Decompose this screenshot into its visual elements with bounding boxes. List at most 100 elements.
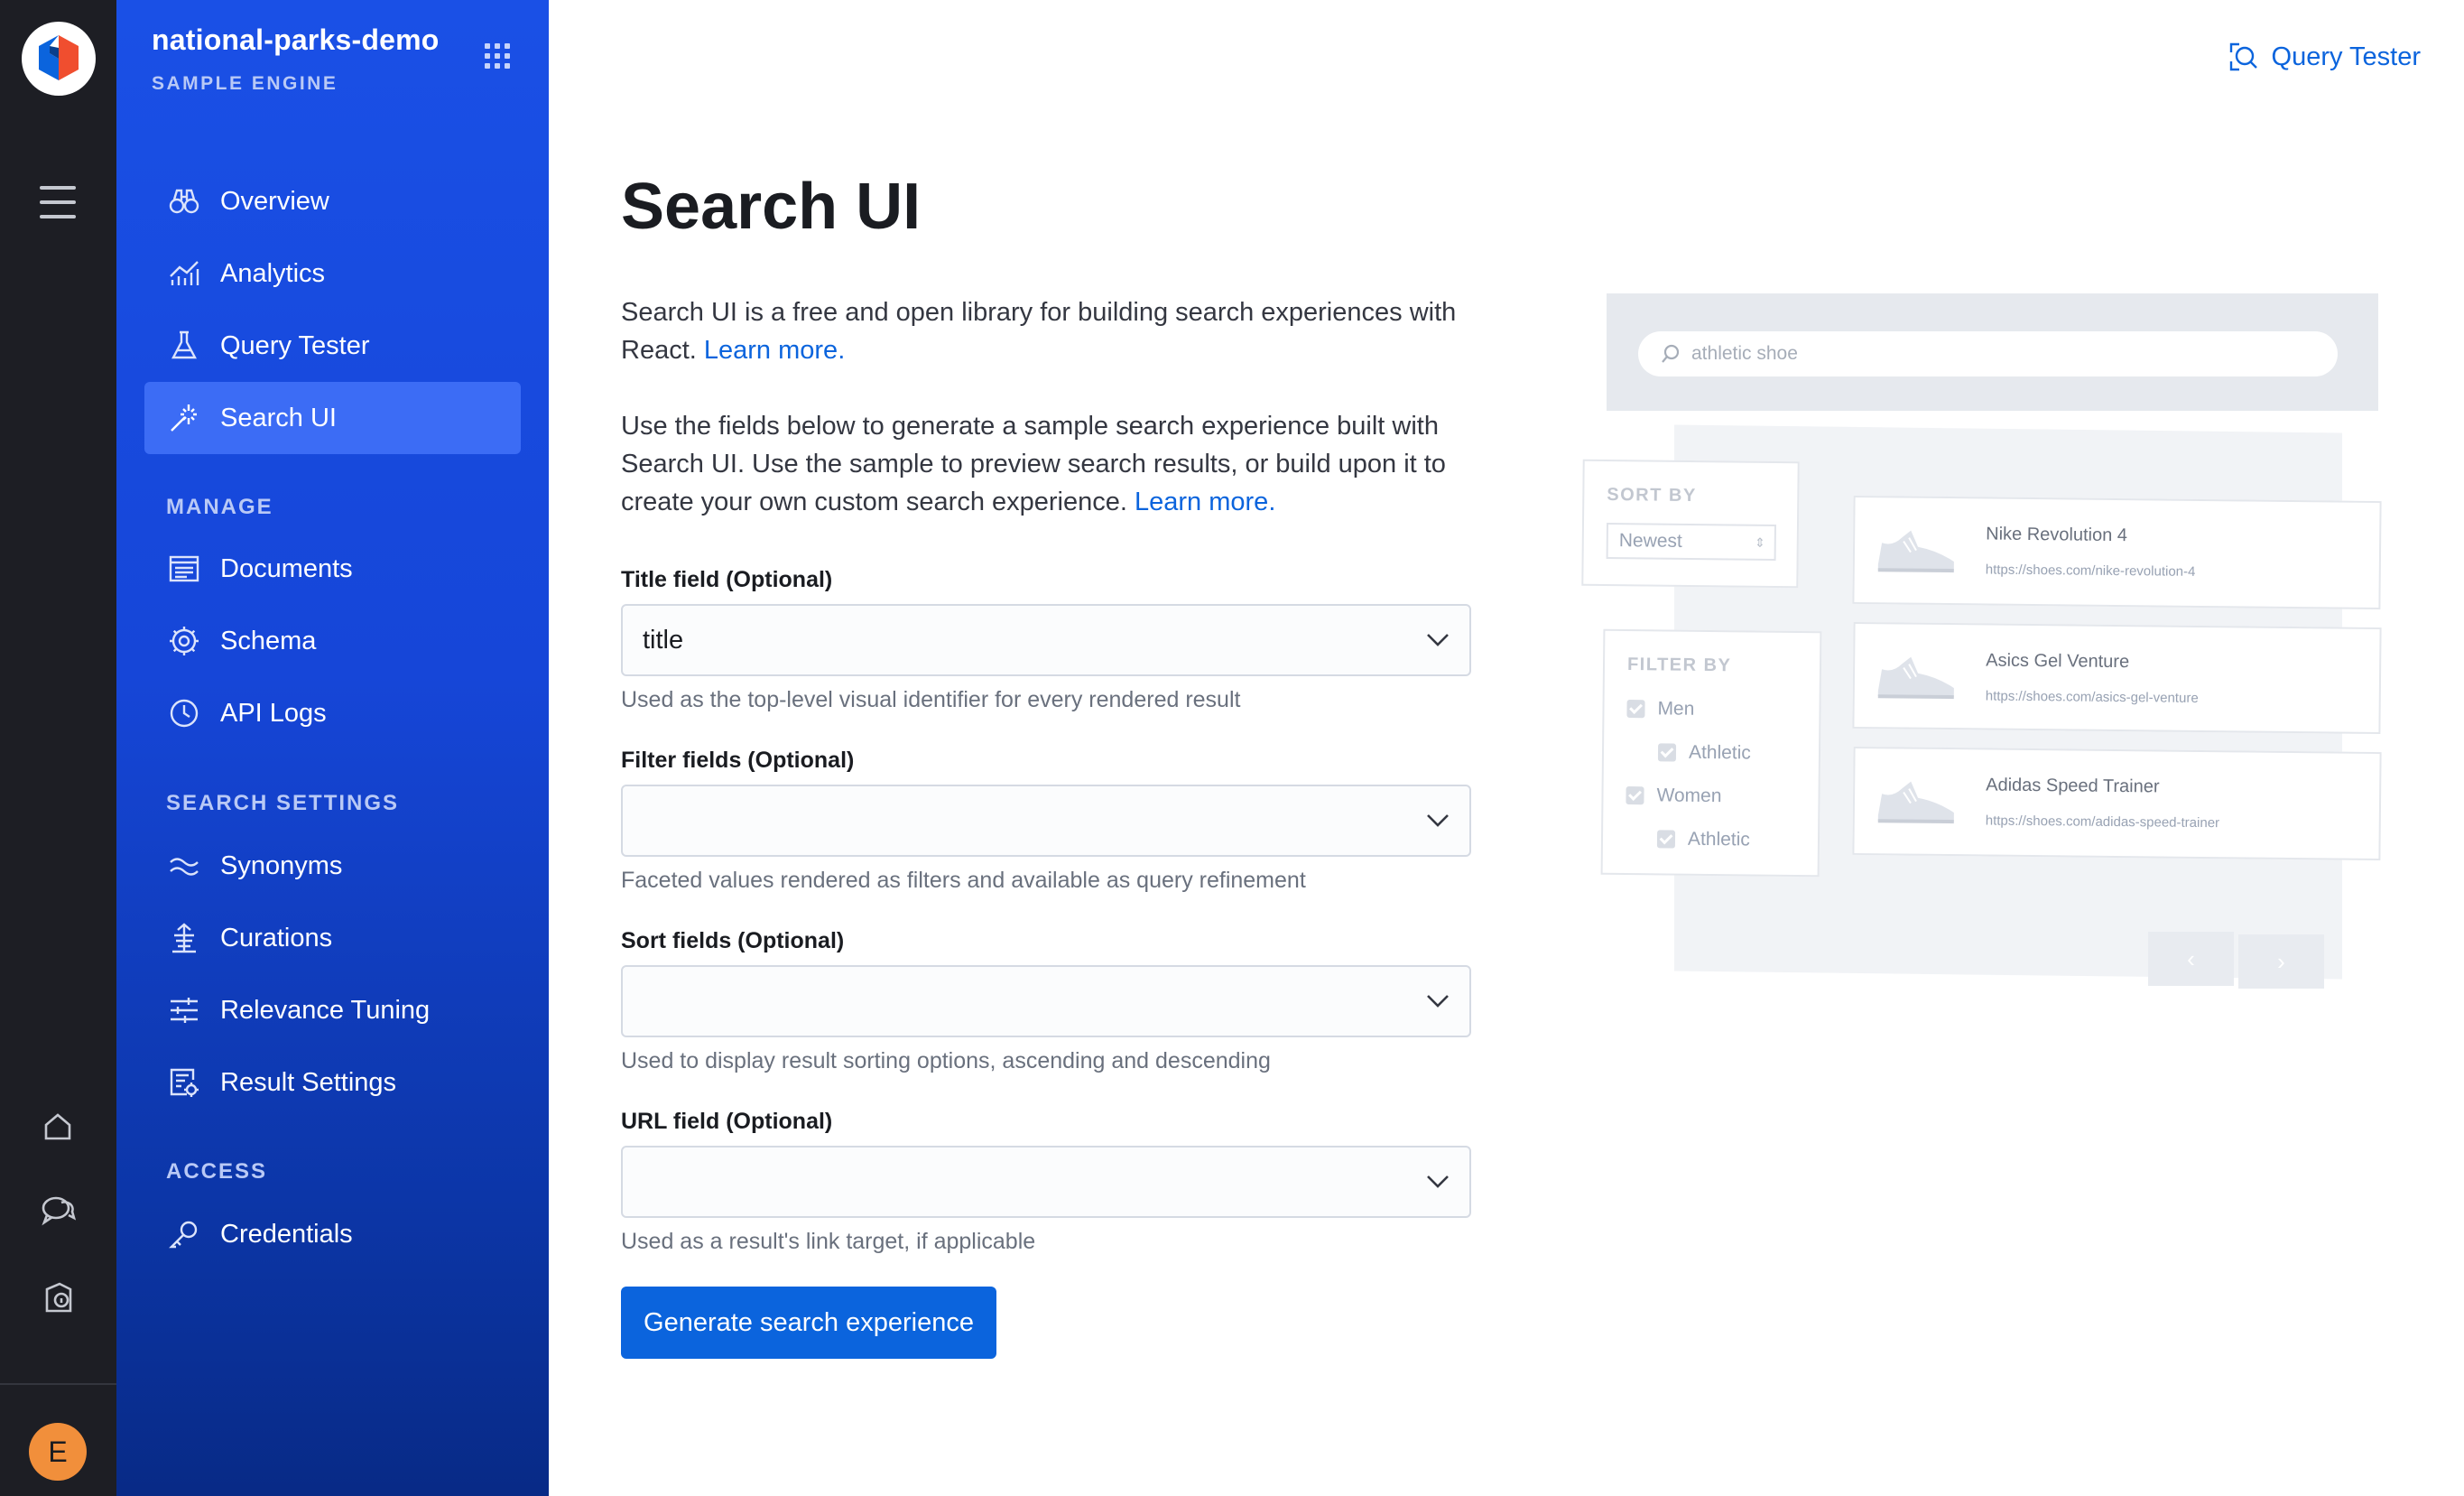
illustration-sort-label: SORT BY — [1607, 485, 1697, 506]
illustration-result-card: Asics Gel Venture https://shoes.com/asic… — [1852, 621, 2382, 735]
title-field-help: Used as the top-level visual identifier … — [621, 687, 1241, 712]
filter-fields-select[interactable] — [621, 785, 1471, 857]
user-avatar[interactable]: E — [29, 1423, 87, 1481]
illustration-filter-label: FILTER BY — [1626, 655, 1732, 676]
home-icon[interactable] — [36, 1105, 79, 1148]
url-field-help: Used as a result's link target, if appli… — [621, 1229, 1036, 1254]
sidebar-item-search-ui[interactable]: Search UI — [144, 382, 521, 454]
app-logo[interactable] — [22, 22, 96, 96]
sidebar-item-curations[interactable]: Curations — [144, 902, 521, 974]
illustration-sort-value: Newest — [1618, 530, 1682, 552]
illustration-result-card: Nike Revolution 4 https://shoes.com/nike… — [1852, 495, 2382, 610]
illustration-filter-checkbox: Athletic — [1657, 741, 1751, 764]
url-field-label: URL field (Optional) — [621, 1109, 833, 1134]
illustration-sort-card: SORT BY Newest ⇕ — [1581, 459, 1800, 589]
filter-fields-label: Filter fields (Optional) — [621, 748, 855, 773]
sidebar-item-label: Result Settings — [220, 1067, 397, 1097]
sort-arrows-icon: ⇕ — [1754, 534, 1765, 550]
apps-grid-icon[interactable] — [485, 43, 510, 69]
synonyms-wave-icon — [168, 850, 200, 882]
description-paragraph: Use the fields below to generate a sampl… — [621, 407, 1478, 521]
sneaker-icon — [1877, 656, 1954, 700]
sneaker-icon — [1877, 530, 1954, 573]
help-docs-icon[interactable] — [36, 1277, 79, 1320]
sidebar-item-credentials[interactable]: Credentials — [144, 1198, 521, 1270]
sneaker-icon — [1877, 781, 1954, 824]
sort-fields-help: Used to display result sorting options, … — [621, 1048, 1271, 1073]
title-field-select[interactable]: title — [621, 604, 1471, 676]
search-icon — [1662, 344, 1680, 363]
search-settings-heading: SEARCH SETTINGS — [166, 791, 400, 815]
engine-name[interactable]: national-parks-demo — [152, 23, 440, 57]
url-field-select[interactable] — [621, 1146, 1471, 1218]
illustration-result-title: Nike Revolution 4 — [1986, 524, 2128, 546]
query-tester-label: Query Tester — [2271, 42, 2421, 71]
elastic-app-search-logo-icon — [39, 35, 79, 80]
sidebar-item-label: Overview — [220, 186, 329, 216]
sidebar-item-relevance-tuning[interactable]: Relevance Tuning — [144, 974, 521, 1046]
illustration-result-title: Asics Gel Venture — [1986, 650, 2130, 673]
sidebar-item-label: Relevance Tuning — [220, 995, 431, 1025]
access-heading: ACCESS — [166, 1159, 268, 1184]
search-ui-preview-illustration: athletic shoe SORT BY Newest ⇕ FILTER BY… — [1579, 289, 2383, 1011]
description-learn-more-link[interactable]: Learn more. — [1135, 488, 1275, 516]
illustration-result-url: https://shoes.com/asics-gel-venture — [1985, 688, 2199, 706]
generate-search-experience-button[interactable]: Generate search experience — [621, 1287, 996, 1359]
chevron-down-icon — [1427, 814, 1449, 827]
engine-subtitle: SAMPLE ENGINE — [152, 73, 338, 94]
manage-heading: MANAGE — [166, 495, 273, 519]
illustration-filter-checkbox: Women — [1626, 785, 1722, 807]
filter-fields-help: Faceted values rendered as filters and a… — [621, 868, 1306, 893]
title-field-label: Title field (Optional) — [621, 567, 833, 592]
sidebar-item-query-tester[interactable]: Query Tester — [144, 310, 521, 382]
illustration-result-card: Adidas Speed Trainer https://shoes.com/a… — [1852, 746, 2382, 861]
illustration-sort-select: Newest ⇕ — [1606, 523, 1776, 561]
sidebar-item-label: Analytics — [220, 258, 326, 288]
illustration-search-bar: athletic shoe — [1607, 293, 2378, 411]
sidebar-item-label: API Logs — [220, 698, 327, 728]
illustration-filter-checkbox: Athletic — [1656, 828, 1750, 850]
sidebar-item-label: Credentials — [220, 1219, 353, 1249]
clock-icon — [168, 697, 200, 729]
chevron-down-icon — [1427, 1175, 1449, 1188]
illustration-next-page: › — [2238, 934, 2324, 989]
analytics-chart-icon — [168, 257, 200, 290]
gear-icon — [168, 625, 200, 657]
beaker-icon — [168, 330, 200, 362]
sidebar-item-schema[interactable]: Schema — [144, 605, 521, 677]
discuss-icon[interactable] — [36, 1189, 79, 1232]
chevron-down-icon — [1427, 634, 1449, 646]
result-settings-icon — [168, 1066, 200, 1099]
engine-sidebar: national-parks-demo SAMPLE ENGINE Overvi… — [116, 0, 549, 1496]
sidebar-item-api-logs[interactable]: API Logs — [144, 677, 521, 749]
sidebar-item-documents[interactable]: Documents — [144, 533, 521, 605]
description-text: Use the fields below to generate a sampl… — [621, 412, 1446, 516]
sliders-icon — [168, 994, 200, 1027]
chevron-down-icon — [1427, 995, 1449, 1008]
magic-wand-icon — [168, 402, 200, 434]
sort-fields-select[interactable] — [621, 965, 1471, 1037]
curations-icon — [168, 922, 200, 954]
sidebar-item-result-settings[interactable]: Result Settings — [144, 1046, 521, 1119]
sidebar-item-analytics[interactable]: Analytics — [144, 237, 521, 310]
binoculars-icon — [168, 185, 200, 218]
sidebar-item-label: Curations — [220, 923, 333, 952]
sidebar-item-label: Schema — [220, 626, 317, 655]
illustration-search-input: athletic shoe — [1638, 331, 2338, 376]
title-field-value: title — [643, 625, 684, 655]
page-title: Search UI — [621, 171, 922, 243]
query-tester-link[interactable]: Query Tester — [2228, 42, 2421, 72]
query-tester-icon — [2229, 42, 2257, 71]
illustration-prev-page: ‹ — [2148, 932, 2234, 986]
intro-learn-more-link[interactable]: Learn more. — [704, 336, 845, 365]
illustration-filter-card: FILTER BY Men Athletic Women Athletic — [1600, 628, 1822, 878]
sidebar-item-label: Query Tester — [220, 330, 370, 360]
illustration-filter-checkbox: Men — [1626, 698, 1694, 720]
rail-divider — [0, 1383, 116, 1385]
illustration-result-title: Adidas Speed Trainer — [1986, 775, 2160, 797]
sidebar-item-overview[interactable]: Overview — [144, 165, 521, 237]
sidebar-item-synonyms[interactable]: Synonyms — [144, 830, 521, 902]
left-rail: E — [0, 0, 116, 1496]
menu-toggle-icon[interactable] — [40, 186, 76, 218]
illustration-search-query: athletic shoe — [1691, 343, 1798, 364]
